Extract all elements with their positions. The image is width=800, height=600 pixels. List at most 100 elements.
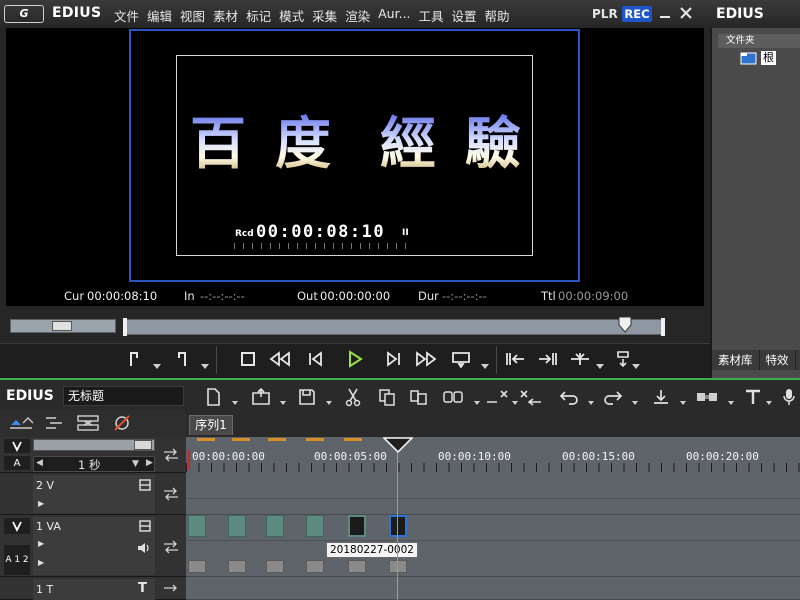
sync-lock-button[interactable] <box>648 386 674 408</box>
tab-bin[interactable]: 素材库 <box>712 350 760 370</box>
shuttle-knob[interactable] <box>52 321 72 331</box>
open-dropdown[interactable] <box>280 401 286 405</box>
video-clip[interactable] <box>266 515 284 537</box>
track-2v-expand-icon[interactable]: ▶ <box>38 499 44 508</box>
replace-clip-button[interactable] <box>440 386 466 408</box>
menu-tools[interactable]: 工具 <box>419 6 444 25</box>
undo-button[interactable] <box>556 386 582 408</box>
track-patch-button[interactable] <box>8 414 34 432</box>
title-button[interactable] <box>740 386 766 408</box>
set-out-dropdown[interactable] <box>201 364 209 369</box>
audio-clip[interactable] <box>348 560 366 573</box>
redo-dropdown[interactable] <box>632 401 638 405</box>
menu-audio[interactable]: Aur... <box>378 6 410 25</box>
track-1va-mode-button[interactable] <box>138 519 152 533</box>
step-back-button[interactable] <box>303 348 327 370</box>
zoom-left-arrow[interactable]: ◀ <box>36 458 43 468</box>
loop-play-button[interactable] <box>449 348 473 370</box>
title-dropdown[interactable] <box>766 401 772 405</box>
loop-dropdown[interactable] <box>481 364 489 369</box>
video-clip[interactable] <box>188 515 206 537</box>
audio-clip[interactable] <box>389 560 407 573</box>
video-clip[interactable] <box>228 515 246 537</box>
track-1va-sync-button[interactable] <box>162 540 180 554</box>
video-clip-selected[interactable] <box>389 515 407 537</box>
folder-root[interactable]: 根 <box>740 51 776 65</box>
voiceover-button[interactable] <box>776 386 800 408</box>
menu-file[interactable]: 文件 <box>114 6 139 25</box>
video-clip-thumb[interactable] <box>348 515 366 537</box>
play-button[interactable] <box>343 348 367 370</box>
menu-help[interactable]: 帮助 <box>485 6 510 25</box>
set-out-button[interactable] <box>170 348 194 370</box>
minimize-button[interactable] <box>656 4 674 22</box>
set-in-button[interactable] <box>122 348 146 370</box>
menu-capture[interactable]: 采集 <box>312 6 337 25</box>
track-1va-video-toggle[interactable] <box>4 518 30 534</box>
transition-button[interactable] <box>694 386 720 408</box>
zoom-right-arrow[interactable]: ▶ <box>146 458 153 468</box>
link-track-button[interactable] <box>76 414 102 432</box>
position-slider-handle[interactable] <box>617 315 633 335</box>
audio-clip[interactable] <box>228 560 246 573</box>
step-forward-button[interactable] <box>382 348 406 370</box>
track-2v-mode-button[interactable] <box>138 478 152 492</box>
track-1va-expand-icon[interactable]: ▶ <box>38 539 44 548</box>
position-bar[interactable] <box>124 319 665 335</box>
timeline-playhead-handle[interactable] <box>383 437 413 453</box>
set-in-dropdown[interactable] <box>153 364 161 369</box>
track-1va-audio-expand-icon[interactable]: ▶ <box>38 558 44 567</box>
audio-clip[interactable] <box>266 560 284 573</box>
sync-dropdown[interactable] <box>680 401 686 405</box>
track-2v-sync-button[interactable] <box>162 487 180 501</box>
plr-toggle[interactable]: PLR <box>592 7 618 21</box>
video-clip[interactable] <box>306 515 324 537</box>
audio-clip[interactable] <box>306 560 324 573</box>
track-2v-area[interactable] <box>186 473 800 515</box>
insert-button[interactable] <box>568 348 592 370</box>
overwrite-dropdown[interactable] <box>632 364 640 369</box>
insert-dropdown[interactable] <box>596 364 604 369</box>
menu-settings[interactable]: 设置 <box>452 6 477 25</box>
jump-out-button[interactable] <box>536 348 560 370</box>
v-toggle[interactable] <box>4 439 30 453</box>
undo-dropdown[interactable] <box>588 401 594 405</box>
paste-button[interactable] <box>406 386 432 408</box>
jump-in-button[interactable] <box>503 348 527 370</box>
replace-dropdown[interactable] <box>474 401 480 405</box>
rec-toggle[interactable]: REC <box>622 6 652 22</box>
save-dropdown[interactable] <box>326 401 332 405</box>
menu-marker[interactable]: 标记 <box>246 6 271 25</box>
menu-render[interactable]: 渲染 <box>345 6 370 25</box>
menu-view[interactable]: 视图 <box>180 6 205 25</box>
ruler-sync-button[interactable] <box>162 448 180 462</box>
new-sequence-button[interactable] <box>200 386 226 408</box>
mute-track-button[interactable] <box>110 414 136 432</box>
track-1va-audio-toggle[interactable]: A 1 2 <box>4 545 30 575</box>
rewind-button[interactable] <box>268 348 292 370</box>
track-height-knob[interactable] <box>134 440 152 450</box>
a-toggle[interactable]: A <box>4 456 30 470</box>
track-1t-area[interactable] <box>186 577 800 600</box>
menu-mode[interactable]: 模式 <box>279 6 304 25</box>
audio-clip[interactable] <box>188 560 206 573</box>
track-1va-speaker-button[interactable] <box>136 541 152 555</box>
menu-clip[interactable]: 素材 <box>213 6 238 25</box>
tab-sequence-1[interactable]: 序列1 <box>189 415 233 435</box>
folder-tree[interactable] <box>718 48 800 348</box>
delete-button[interactable] <box>484 386 510 408</box>
new-dropdown[interactable] <box>232 401 238 405</box>
fast-forward-button[interactable] <box>414 348 438 370</box>
transition-dropdown[interactable] <box>728 401 734 405</box>
save-button[interactable] <box>294 386 320 408</box>
track-1t-sync-button[interactable] <box>162 584 180 598</box>
close-button[interactable] <box>677 4 695 22</box>
cut-button[interactable] <box>340 386 366 408</box>
redo-button[interactable] <box>600 386 626 408</box>
menu-edit[interactable]: 编辑 <box>147 6 172 25</box>
stop-button[interactable] <box>236 348 260 370</box>
copy-button[interactable] <box>374 386 400 408</box>
ripple-delete-button[interactable] <box>518 386 544 408</box>
tab-effects[interactable]: 特效 <box>760 350 796 370</box>
open-project-button[interactable] <box>248 386 274 408</box>
